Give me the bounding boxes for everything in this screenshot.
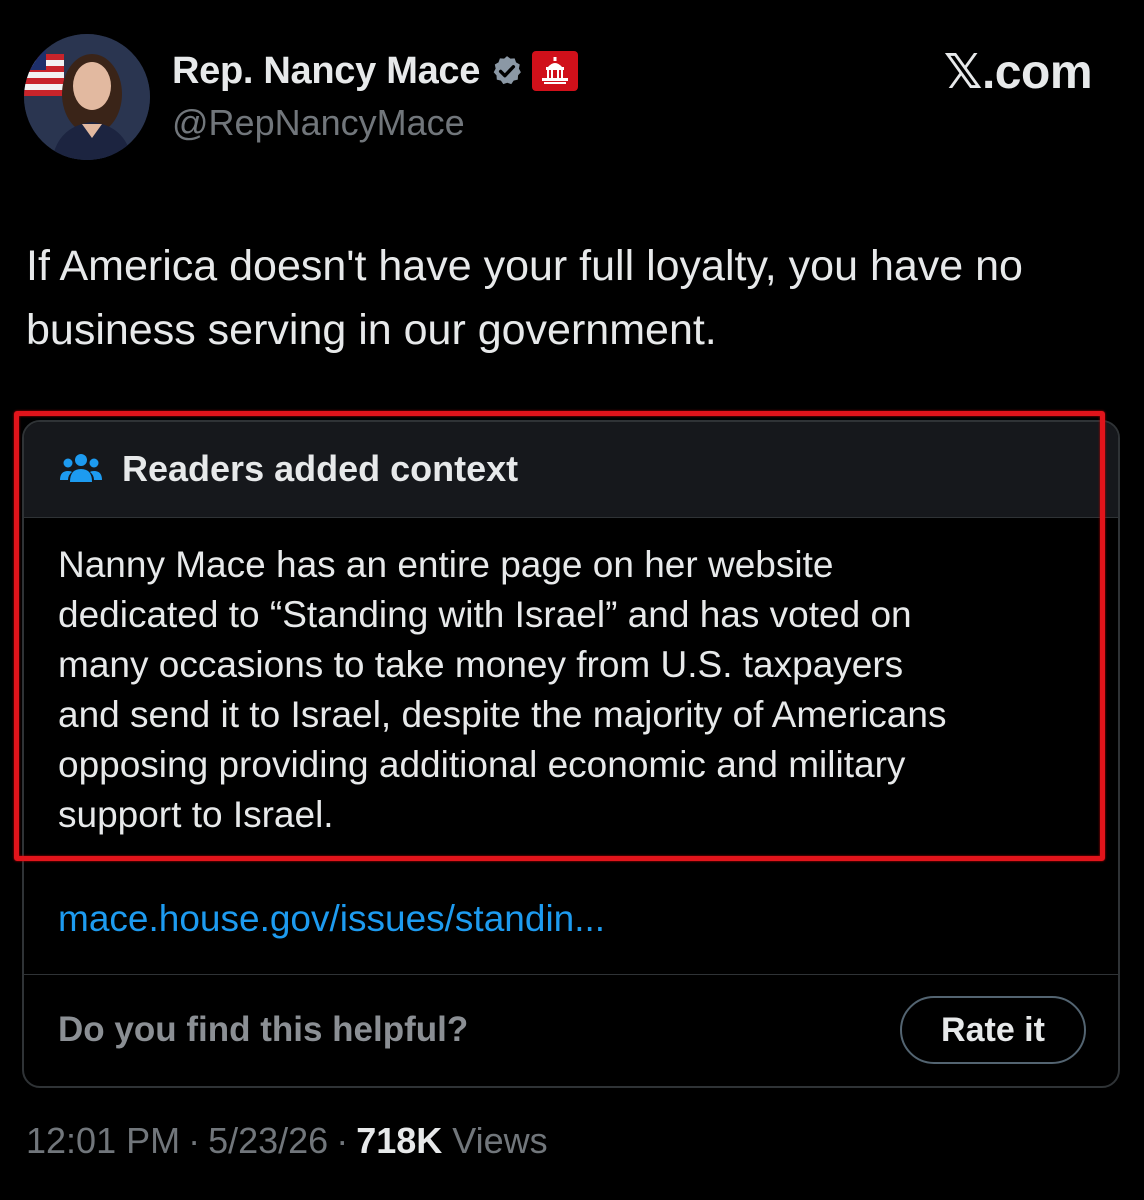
tweet-date[interactable]: 5/23/26 — [208, 1120, 328, 1162]
meta-separator: · — [336, 1120, 349, 1161]
community-note-card: Readers added context Nanny Mace has an … — [22, 420, 1120, 1088]
divider — [24, 974, 1118, 975]
views-label: Views — [452, 1120, 548, 1161]
x-com-label: 𝕏.com — [943, 44, 1093, 100]
profile-photo — [24, 34, 150, 160]
tweet-time[interactable]: 12:01 PM — [26, 1120, 180, 1162]
helpful-question: Do you find this helpful? — [58, 1010, 469, 1049]
community-note-header: Readers added context — [24, 422, 1118, 518]
house-gop-badge-icon[interactable] — [532, 51, 579, 91]
meta-separator: · — [188, 1120, 201, 1161]
people-icon — [60, 452, 102, 486]
verified-badge-icon[interactable] — [490, 54, 524, 88]
community-note-title: Readers added context — [122, 448, 519, 489]
author-handle[interactable]: @RepNancyMace — [172, 102, 465, 144]
views-count[interactable]: 718K — [356, 1120, 442, 1162]
avatar[interactable] — [24, 34, 150, 160]
display-name[interactable]: Rep. Nancy Mace — [172, 50, 480, 93]
tweet-meta: 12:01 PM · 5/23/26 · 718K Views — [26, 1120, 548, 1162]
community-note-body: Nanny Mace has an entire page on her web… — [58, 544, 947, 835]
x-logo: 𝕏 — [943, 44, 983, 100]
tweet-text: If America doesn't have your full loyalt… — [26, 242, 1023, 354]
community-note-link[interactable]: mace.house.gov/issues/standin... — [58, 898, 605, 940]
author-name-row: Rep. Nancy Mace — [172, 48, 579, 94]
rate-it-button[interactable]: Rate it — [900, 996, 1086, 1064]
x-com-suffix: .com — [981, 46, 1093, 99]
